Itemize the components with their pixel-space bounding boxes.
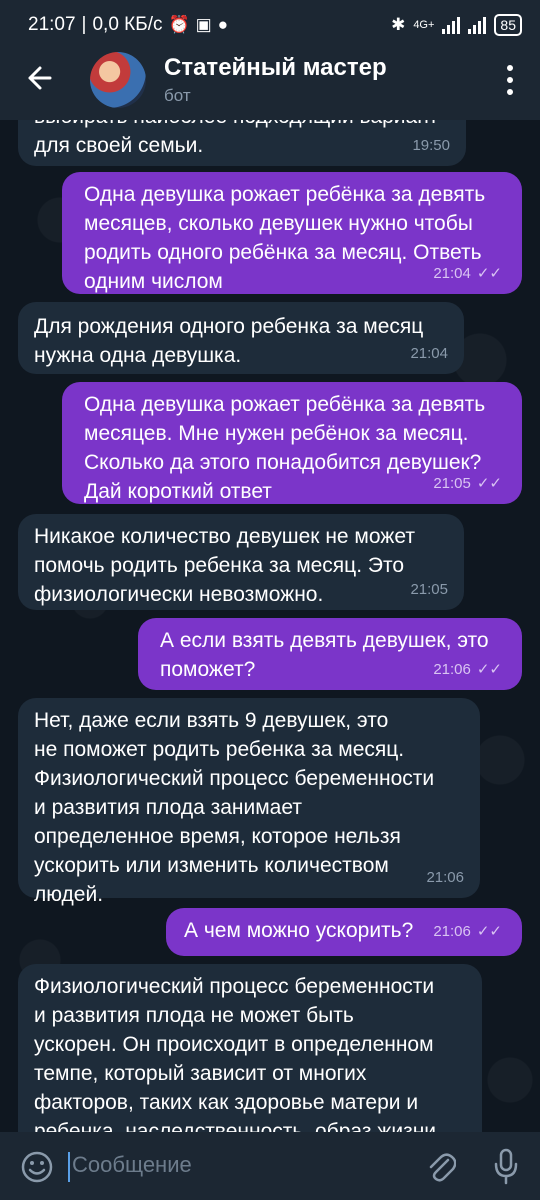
message-outgoing[interactable]: Одна девушка рожает ребёнка за девять ме… [62,172,522,294]
more-vertical-icon[interactable] [502,62,518,98]
alarm-icon: ⏰ [168,15,190,34]
text-cursor [68,1152,70,1182]
back-arrow-icon[interactable] [22,58,58,98]
message-time: 19:50 [412,137,450,154]
double-check-icon: ✓✓ [476,475,502,492]
message-outgoing[interactable]: А чем можно ускорить? 21:06 ✓✓ [166,908,522,956]
signal-icon [442,16,461,34]
avatar[interactable] [90,52,146,108]
message-time: 21:06 [426,869,464,886]
message-time: 21:06 ✓✓ [433,661,502,678]
message-incoming[interactable]: Никакое количество девушек не может помо… [18,514,464,610]
paperclip-icon[interactable] [426,1148,456,1184]
message-text: Физиологический процесс беременности и р… [34,975,436,1143]
message-incoming[interactable]: Нет, даже если взять 9 девушек, это не п… [18,698,480,906]
chat-header: Статейный мастер бот [0,36,540,120]
message-input[interactable]: Сообщение [72,1152,192,1178]
message-text: Никакое количество девушек не может помо… [34,525,415,606]
bluetooth-icon: ✱ [391,15,406,34]
message-text: Нет, даже если взять 9 девушек, это не п… [34,709,435,906]
chat-subtitle: бот [164,86,191,105]
signal-icon [468,16,487,34]
message-incoming[interactable]: Для рождения одного ребенка за месяц нуж… [18,302,464,374]
chat-title[interactable]: Статейный мастер [164,54,387,82]
status-speed: 0,0 КБ/с [92,14,163,35]
microphone-icon[interactable] [492,1146,520,1186]
message-outgoing[interactable]: А если взять девять девушек, это поможет… [138,618,522,690]
double-check-icon: ✓✓ [476,661,502,678]
emoji-icon[interactable] [20,1150,54,1184]
nfc-icon: ▣ [195,15,212,34]
app-notification-icon: ● [217,15,229,34]
message-time: 21:04 ✓✓ [433,265,502,282]
double-check-icon: ✓✓ [476,265,502,282]
battery-icon: 85 [494,14,522,36]
battery-level: 85 [500,17,516,33]
message-time: 21:05 ✓✓ [433,475,502,492]
double-check-icon: ✓✓ [476,923,502,940]
message-input-bar: Сообщение [0,1132,540,1200]
message-time: 21:06 ✓✓ [433,923,502,940]
message-time: 21:05 [410,581,448,598]
message-time: 21:04 [410,345,448,362]
status-time: 21:07 [28,14,76,35]
message-outgoing[interactable]: Одна девушка рожает ребёнка за девять ме… [62,382,522,504]
network-type: 4G+ [413,19,435,31]
message-text: Для рождения одного ребенка за месяц нуж… [34,315,424,367]
